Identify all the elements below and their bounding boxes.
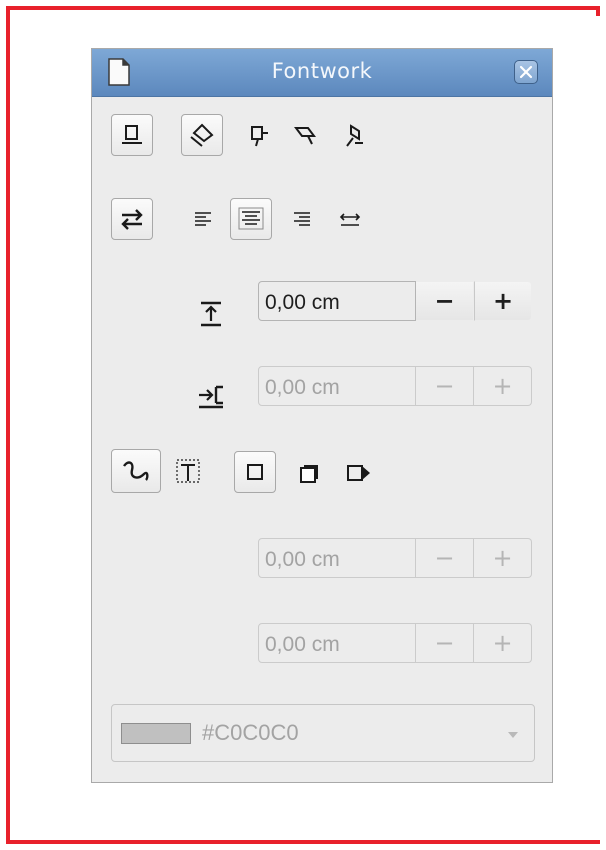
window-title: Fontwork [271, 59, 373, 83]
color-value: #C0C0C0 [202, 720, 299, 745]
slant-vertical-icon [346, 124, 363, 147]
align-right-button[interactable] [287, 200, 317, 238]
indent-field[interactable]: 0,00 cm [258, 366, 416, 406]
fontwork-dialog: Fontwork 0,00 cm − + 0,00 cm − + 0,00 cm… [91, 48, 553, 783]
indent-increase-button[interactable]: + [474, 366, 532, 406]
text-frame-button[interactable] [170, 451, 206, 491]
close-icon [519, 65, 533, 79]
color-swatch [121, 723, 191, 744]
slanted-shadow-button[interactable] [340, 453, 376, 491]
no-shadow-button[interactable] [234, 451, 276, 493]
distance-icon [201, 301, 221, 327]
orientation-arrows-icon [121, 209, 143, 230]
align-center-button[interactable] [230, 198, 272, 240]
vertical-shadow-icon [300, 465, 318, 483]
style-upright-button[interactable] [242, 114, 278, 156]
chevron-down-icon [508, 732, 518, 738]
align-right-icon [294, 212, 310, 226]
stretch-icon [339, 213, 361, 226]
distance-decrease-button[interactable]: − [416, 281, 474, 321]
align-center-icon [238, 207, 264, 230]
slanted-shadow-icon [347, 465, 370, 481]
orientation-button[interactable] [111, 198, 153, 240]
style-off-icon [122, 125, 142, 144]
distance-spinbox: 0,00 cm − + [258, 281, 532, 321]
shadow-x-field[interactable]: 0,00 cm [258, 538, 416, 578]
shadow-x-decrease-button[interactable]: − [416, 538, 474, 578]
shadow-y-increase-button[interactable]: + [474, 623, 532, 663]
style-off-button[interactable] [111, 114, 153, 156]
indent-decrease-button[interactable]: − [416, 366, 474, 406]
shadow-y-decrease-button[interactable]: − [416, 623, 474, 663]
style-rotate-button[interactable] [181, 114, 223, 156]
shadow-y-spinbox: 0,00 cm − + [258, 623, 532, 663]
shadow-x-spinbox: 0,00 cm − + [258, 538, 532, 578]
upright-text-icon [251, 126, 268, 147]
contour-icon [123, 461, 149, 481]
distance-field[interactable]: 0,00 cm [258, 281, 416, 321]
title-bar[interactable]: Fontwork [92, 49, 552, 97]
vertical-shadow-button[interactable] [292, 453, 328, 491]
style-slant-vertical-button[interactable] [337, 114, 373, 156]
slant-horizontal-icon [294, 127, 316, 145]
shadow-y-field[interactable]: 0,00 cm [258, 623, 416, 663]
align-left-icon [195, 212, 211, 226]
style-slant-horizontal-button[interactable] [288, 114, 324, 156]
align-left-button[interactable] [188, 200, 218, 238]
contour-button[interactable] [111, 449, 161, 493]
shadow-color-dropdown[interactable]: #C0C0C0 [111, 704, 535, 762]
stretch-button[interactable] [335, 200, 365, 238]
indent-spinbox: 0,00 cm − + [258, 366, 532, 406]
rotate-text-icon [190, 123, 214, 147]
text-frame-icon [176, 459, 200, 483]
indent-icon [199, 385, 223, 409]
close-button[interactable] [514, 60, 538, 84]
no-shadow-icon [247, 464, 263, 480]
highlight-frame-corner [596, 6, 600, 16]
distance-increase-button[interactable]: + [474, 281, 532, 321]
shadow-x-increase-button[interactable]: + [474, 538, 532, 578]
